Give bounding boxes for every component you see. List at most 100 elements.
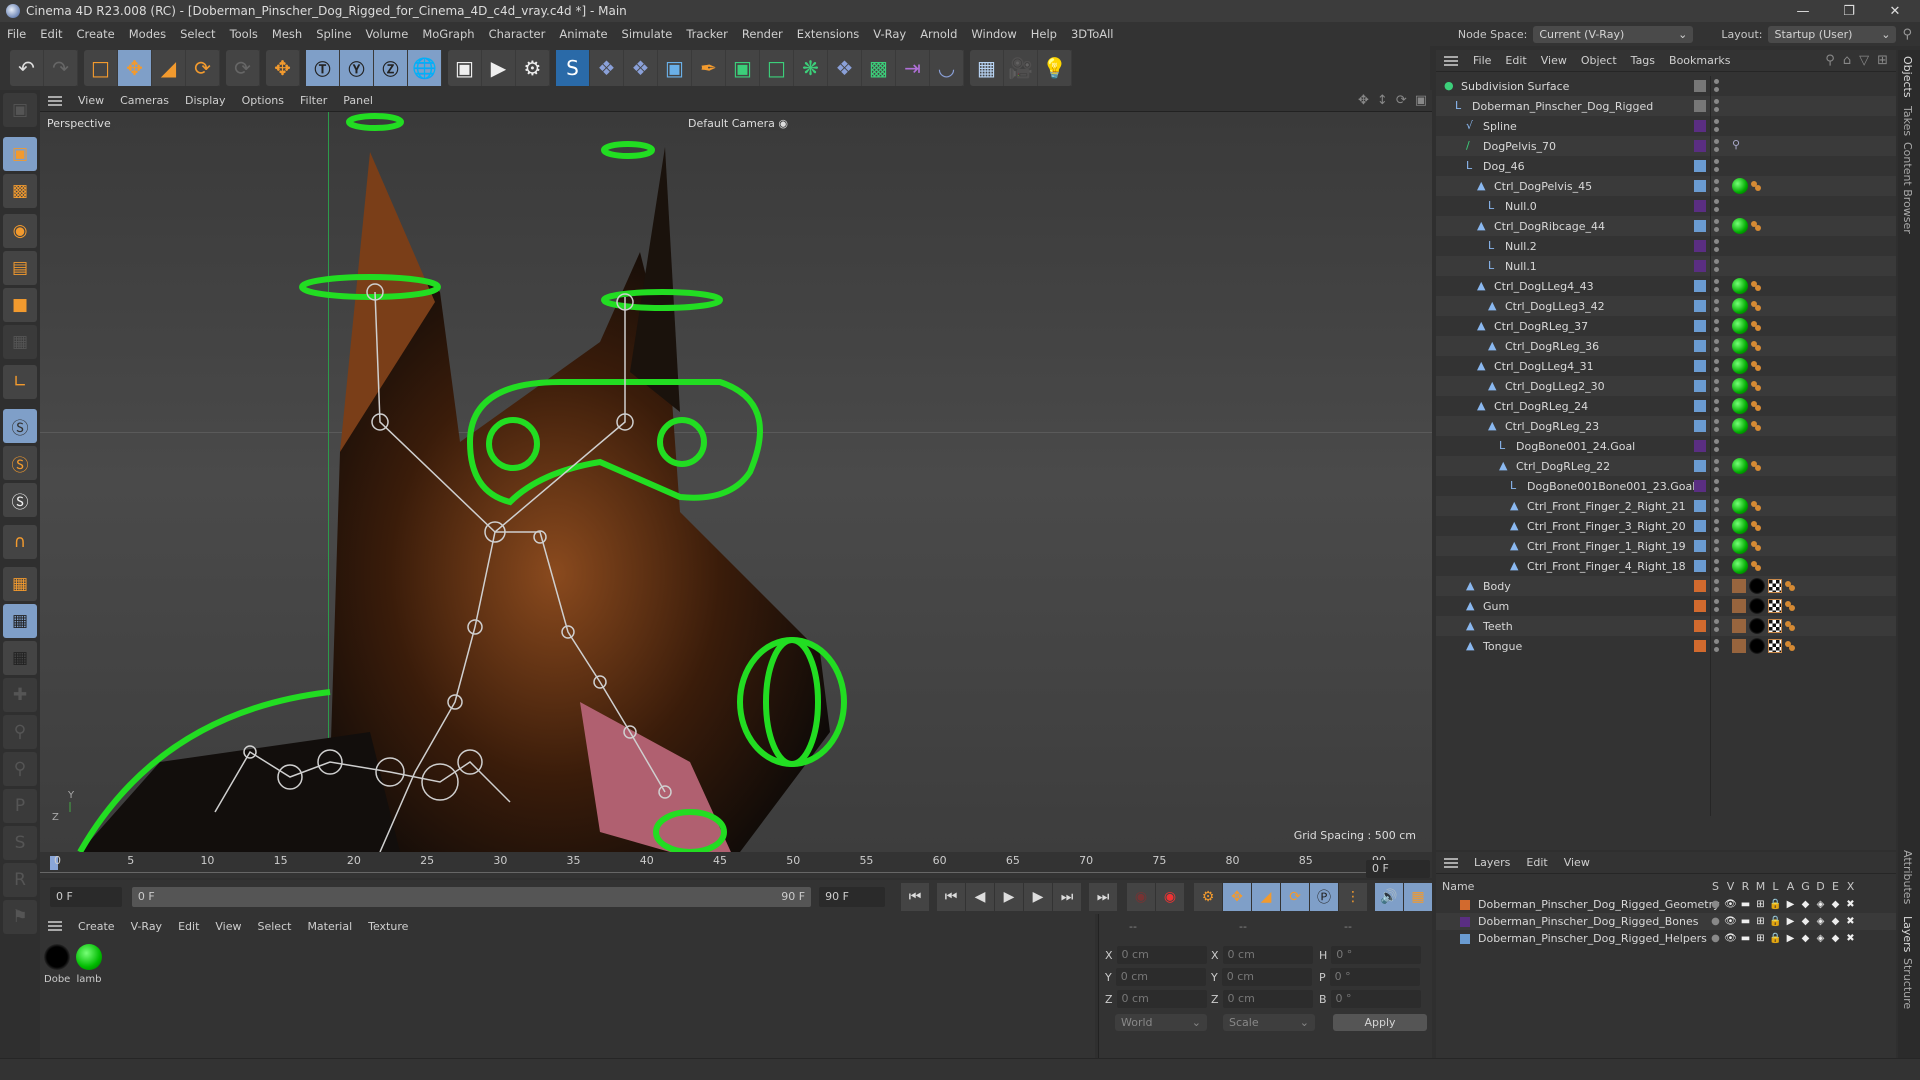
visibility-toggle[interactable]	[1714, 119, 1719, 133]
ik-tag-icon[interactable]	[1751, 401, 1761, 411]
key-scale-icon[interactable]: ◢	[1252, 883, 1280, 911]
object-row[interactable]: ▲ Teeth	[1436, 616, 1896, 636]
display-tag-icon[interactable]	[1732, 218, 1748, 234]
model-mode-icon[interactable]: ▣	[3, 137, 37, 171]
snap-settings-icon[interactable]: Ⓢ	[3, 446, 37, 480]
display-tag-icon[interactable]	[1732, 518, 1748, 534]
layer-color-swatch[interactable]	[1460, 916, 1470, 927]
visibility-toggle[interactable]	[1714, 499, 1719, 513]
layer-a-toggle-icon[interactable]: ▶	[1783, 916, 1798, 927]
material-tag-icon[interactable]	[1749, 618, 1765, 634]
layer-color-swatch[interactable]	[1694, 640, 1706, 652]
object-menu-file[interactable]: File	[1466, 54, 1498, 67]
material-menu-select[interactable]: Select	[250, 920, 300, 933]
light-icon[interactable]: 💡	[1038, 50, 1072, 86]
display-tag-icon[interactable]	[1732, 558, 1748, 574]
visibility-toggle[interactable]	[1714, 239, 1719, 253]
layer-color-swatch[interactable]	[1694, 580, 1706, 592]
pin-r-icon[interactable]: R	[3, 863, 37, 897]
magnet-icon[interactable]: ∩	[3, 525, 37, 559]
visibility-toggle[interactable]	[1714, 179, 1719, 193]
ik-tag-icon[interactable]	[1751, 301, 1761, 311]
menu-file[interactable]: File	[0, 27, 33, 41]
search-icon[interactable]: ⚲	[1825, 53, 1835, 68]
record-active-button[interactable]: ◉	[1127, 883, 1155, 911]
ik-add-icon[interactable]: ✚	[3, 678, 37, 712]
object-row[interactable]: ▲ Ctrl_DogLLeg4_31	[1436, 356, 1896, 376]
array-icon[interactable]: ❋	[794, 50, 828, 86]
filter-icon[interactable]: ▽	[1859, 53, 1869, 68]
live-selection-icon[interactable]: □	[84, 50, 118, 86]
visibility-toggle[interactable]	[1714, 139, 1719, 153]
rotation-p-field[interactable]: 0 °	[1329, 968, 1420, 986]
position-y-field[interactable]: 0 cm	[1115, 968, 1206, 986]
layer-color-swatch[interactable]	[1694, 560, 1706, 572]
visibility-toggle[interactable]	[1714, 399, 1719, 413]
object-row[interactable]: ▲ Gum	[1436, 596, 1896, 616]
layer-menu-icon[interactable]	[1444, 857, 1458, 868]
edit-render-toggle-icon[interactable]	[1694, 80, 1706, 92]
menu-render[interactable]: Render	[735, 27, 790, 41]
display-tag-icon[interactable]	[1732, 278, 1748, 294]
object-menu-icon[interactable]	[1444, 55, 1458, 66]
object-row[interactable]: L Doberman_Pinscher_Dog_Rigged	[1436, 96, 1896, 116]
play-button[interactable]: ▶	[995, 883, 1024, 911]
layer-r-toggle-icon[interactable]: ▬	[1738, 933, 1753, 944]
key-pla-icon[interactable]: ⋮	[1339, 883, 1367, 911]
visibility-toggle[interactable]	[1714, 299, 1719, 313]
edge-mode-icon[interactable]: ▤	[3, 251, 37, 285]
render-settings-icon[interactable]: ⚙	[516, 50, 550, 86]
object-row[interactable]: L DogBone001Bone001_23.Goal	[1436, 476, 1896, 496]
uvw-tag-icon[interactable]	[1768, 639, 1782, 653]
uvw-tag-icon[interactable]	[1768, 579, 1782, 593]
layer-color-swatch[interactable]	[1694, 600, 1706, 612]
layer-s-toggle-icon[interactable]: ●	[1708, 899, 1723, 910]
viewport-menu-filter[interactable]: Filter	[292, 94, 335, 107]
texture-tag-icon[interactable]	[1732, 599, 1746, 613]
layer-color-swatch[interactable]	[1460, 933, 1470, 944]
material-tag-icon[interactable]	[1749, 638, 1765, 654]
visibility-toggle[interactable]	[1714, 99, 1719, 113]
visibility-toggle[interactable]	[1714, 279, 1719, 293]
object-row[interactable]: ▲ Ctrl_DogLLeg3_42	[1436, 296, 1896, 316]
object-row[interactable]: ▲ Ctrl_Front_Finger_1_Right_19	[1436, 536, 1896, 556]
visibility-toggle[interactable]	[1714, 639, 1719, 653]
layer-l-toggle-icon[interactable]: 🔒	[1768, 916, 1783, 927]
visibility-toggle[interactable]	[1714, 159, 1719, 173]
position-x-field[interactable]: 0 cm	[1116, 946, 1207, 964]
dolly-icon[interactable]: ↕	[1377, 93, 1388, 108]
workplane-rotate-icon[interactable]: ▦	[3, 641, 37, 675]
object-row[interactable]: L Dog_46	[1436, 156, 1896, 176]
cloner-icon[interactable]: ▩	[862, 50, 896, 86]
timeline-ruler[interactable]: 051015202530354045505560657075808590	[40, 852, 1432, 878]
display-tag-icon[interactable]	[1732, 318, 1748, 334]
weight-tag-icon[interactable]	[1785, 601, 1795, 611]
viewport-menu-panel[interactable]: Panel	[335, 94, 381, 107]
layer-color-swatch[interactable]	[1694, 500, 1706, 512]
visibility-toggle[interactable]	[1714, 439, 1719, 453]
start-frame-field[interactable]: 0 F	[50, 887, 122, 907]
y-axis-icon[interactable]: Ⓨ	[340, 50, 374, 86]
layer-color-swatch[interactable]	[1694, 620, 1706, 632]
cube-icon[interactable]: ▣	[658, 50, 692, 86]
texture-tag-icon[interactable]	[1732, 579, 1746, 593]
python-icon[interactable]: ❖	[828, 50, 862, 86]
size-y-field[interactable]: 0 cm	[1221, 968, 1312, 986]
ik-tag-icon[interactable]	[1751, 421, 1761, 431]
menu-create[interactable]: Create	[70, 27, 122, 41]
pin-icon[interactable]: ⚲	[3, 752, 37, 786]
display-tag-icon[interactable]	[1732, 378, 1748, 394]
add-icon[interactable]: ✥	[266, 50, 300, 86]
object-row[interactable]: ▲ Body	[1436, 576, 1896, 596]
menu-vray[interactable]: V-Ray	[866, 27, 913, 41]
layer-v-toggle-icon[interactable]: 👁	[1723, 933, 1738, 944]
layer-name[interactable]: Doberman_Pinscher_Dog_Rigged_Helpers	[1478, 932, 1707, 945]
layer-color-swatch[interactable]	[1460, 899, 1470, 910]
psr-icon[interactable]: ⟳	[226, 50, 260, 86]
rotation-h-field[interactable]: 0 °	[1331, 946, 1422, 964]
apply-button[interactable]: Apply	[1333, 1014, 1427, 1031]
film-icon[interactable]: ▦	[1404, 883, 1432, 911]
display-tag-icon[interactable]	[1732, 538, 1748, 554]
object-row[interactable]: L DogBone001_24.Goal	[1436, 436, 1896, 456]
object-menu-view[interactable]: View	[1534, 54, 1574, 67]
